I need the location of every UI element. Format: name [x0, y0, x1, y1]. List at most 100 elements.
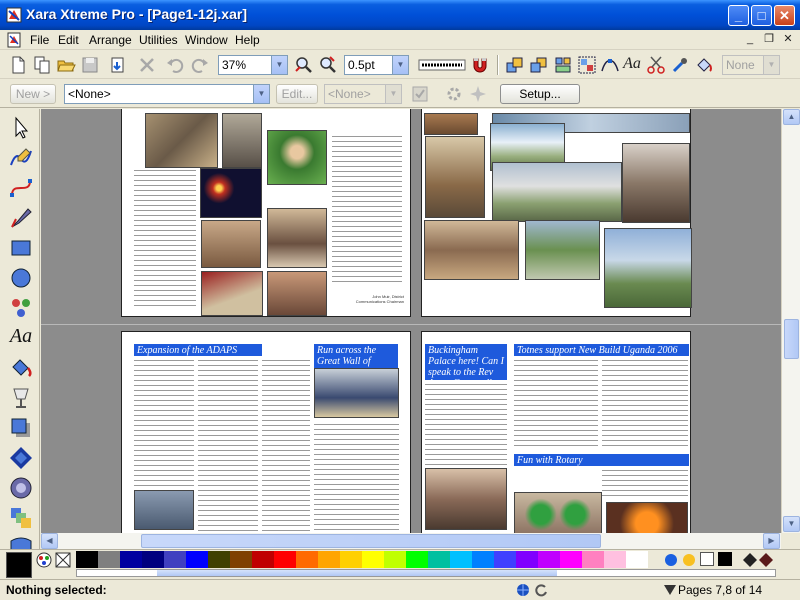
text-column[interactable] — [514, 358, 598, 448]
scroll-right-icon[interactable]: ▶ — [763, 533, 780, 549]
scroll-up-icon[interactable]: ▲ — [783, 109, 800, 125]
maximize-button[interactable]: □ — [751, 5, 772, 26]
menu-edit[interactable]: Edit — [56, 32, 81, 48]
pen-tool-icon[interactable] — [8, 205, 34, 231]
color-swatch[interactable] — [516, 551, 538, 568]
palette-scroll-thumb[interactable] — [157, 570, 557, 576]
settings-icon[interactable] — [444, 84, 464, 104]
fill-tool-icon[interactable] — [8, 355, 34, 381]
mdi-restore-button[interactable]: ❐ — [761, 32, 777, 47]
yellow-dot-icon[interactable] — [682, 553, 696, 567]
color-swatch[interactable] — [582, 551, 604, 568]
page-left-bottom[interactable]: Expansion of the ADAPS Project Run acros… — [121, 331, 411, 533]
color-swatch[interactable] — [626, 551, 648, 568]
photo-meeting[interactable] — [267, 271, 327, 316]
title-bar[interactable]: Xara Xtreme Pro - [Page1-12j.xar] _ □ ✕ — [0, 0, 800, 30]
photo-group-outdoor[interactable] — [492, 162, 622, 222]
text-column[interactable] — [602, 358, 688, 448]
style-combo[interactable]: <None> ▼ — [64, 84, 270, 104]
menu-window[interactable]: Window — [183, 32, 230, 48]
scissors-icon[interactable] — [646, 55, 666, 75]
photo-party[interactable] — [201, 271, 263, 316]
headline-uganda[interactable]: Totnes support New Build Uganda 2006 — [514, 344, 689, 356]
apply-style-icon[interactable] — [410, 84, 430, 104]
menu-file[interactable]: File — [28, 32, 51, 48]
undo-icon[interactable] — [165, 55, 185, 75]
color-swatch[interactable] — [296, 551, 318, 568]
save-icon[interactable] — [80, 55, 100, 75]
scroll-down-icon[interactable]: ▼ — [783, 516, 800, 532]
photo-green-hats[interactable] — [514, 492, 602, 533]
diamond-swatches-icon[interactable] — [742, 552, 776, 568]
photo-tall-group[interactable] — [622, 143, 690, 223]
transparency-tool-icon[interactable] — [8, 385, 34, 411]
ellipse-tool-icon[interactable] — [8, 265, 34, 291]
photo-lakeside[interactable] — [604, 228, 692, 308]
delete-icon[interactable] — [137, 55, 157, 75]
redo-icon[interactable] — [190, 55, 210, 75]
horizontal-scrollbar[interactable]: ◀ ▶ — [41, 533, 781, 549]
globe-icon[interactable] — [516, 583, 530, 597]
magnet-snap-icon[interactable] — [470, 55, 490, 75]
color-swatch[interactable] — [604, 551, 626, 568]
color-swatch[interactable] — [120, 551, 142, 568]
arrange-back-icon[interactable] — [529, 55, 549, 75]
open-folder-icon[interactable] — [56, 55, 76, 75]
color-swatch[interactable] — [450, 551, 472, 568]
arrange-front-icon[interactable] — [505, 55, 525, 75]
page-right-top[interactable] — [421, 109, 692, 317]
photo-audience[interactable] — [201, 220, 261, 268]
text-column[interactable] — [602, 468, 688, 498]
setup-button[interactable]: Setup... — [500, 84, 580, 104]
headline-buckingham[interactable]: Buckingham Palace here! Can I speak to t… — [425, 344, 507, 380]
blue-dot-icon[interactable] — [664, 553, 678, 567]
group-icon[interactable] — [577, 55, 597, 75]
palette-scroll-track[interactable] — [76, 569, 776, 577]
menu-arrange[interactable]: Arrange — [87, 32, 134, 48]
horizontal-scroll-thumb[interactable] — [141, 534, 601, 548]
photo-fireworks[interactable] — [200, 168, 262, 218]
headline-great-wall[interactable]: Run across the Great Wall of China — [314, 344, 398, 368]
color-swatch[interactable] — [428, 551, 450, 568]
freehand-tool-icon[interactable] — [8, 145, 34, 171]
quickshape-tool-icon[interactable] — [8, 295, 34, 321]
color-swatch[interactable] — [252, 551, 274, 568]
color-swatch[interactable] — [538, 551, 560, 568]
photo-orange-costume[interactable] — [606, 502, 688, 533]
color-swatch[interactable] — [164, 551, 186, 568]
text-column[interactable] — [134, 358, 194, 488]
color-swatch[interactable] — [318, 551, 340, 568]
black-swatch[interactable] — [718, 552, 732, 566]
color-swatch[interactable] — [340, 551, 362, 568]
mdi-minimize-button[interactable]: _ — [742, 32, 758, 47]
shape-editor-tool-icon[interactable] — [8, 175, 34, 201]
text-column[interactable] — [198, 358, 258, 533]
chevron-down-icon[interactable]: ▼ — [253, 85, 269, 103]
new-document-icon[interactable] — [8, 55, 28, 75]
scroll-left-icon[interactable]: ◀ — [41, 533, 58, 549]
text-column[interactable] — [262, 358, 310, 533]
close-button[interactable]: ✕ — [774, 5, 795, 26]
text-column[interactable] — [314, 422, 399, 533]
headline-rotary[interactable]: Fun with Rotary — [514, 454, 689, 466]
new-template-icon[interactable] — [32, 55, 52, 75]
chevron-down-icon[interactable]: ▼ — [392, 56, 408, 74]
edit-style-button[interactable]: Edit... — [276, 84, 318, 104]
eyedropper-icon[interactable] — [670, 55, 690, 75]
new-style-button[interactable]: New > — [10, 84, 56, 104]
import-icon[interactable] — [108, 55, 128, 75]
photo-people[interactable] — [222, 113, 262, 168]
blend-tool-icon[interactable] — [8, 505, 34, 531]
current-color-swatch[interactable] — [6, 552, 32, 578]
color-swatch[interactable] — [76, 551, 98, 568]
shadow-tool-icon[interactable] — [8, 415, 34, 441]
contour-tool-icon[interactable] — [8, 445, 34, 471]
color-swatch[interactable] — [494, 551, 516, 568]
photo-runner[interactable] — [314, 368, 399, 418]
color-swatch[interactable] — [472, 551, 494, 568]
photo-elderly-couple[interactable] — [425, 468, 507, 530]
photo-building[interactable] — [424, 113, 478, 135]
color-swatch[interactable] — [230, 551, 252, 568]
line-style-icon[interactable] — [418, 55, 466, 75]
text-column[interactable] — [332, 134, 402, 284]
